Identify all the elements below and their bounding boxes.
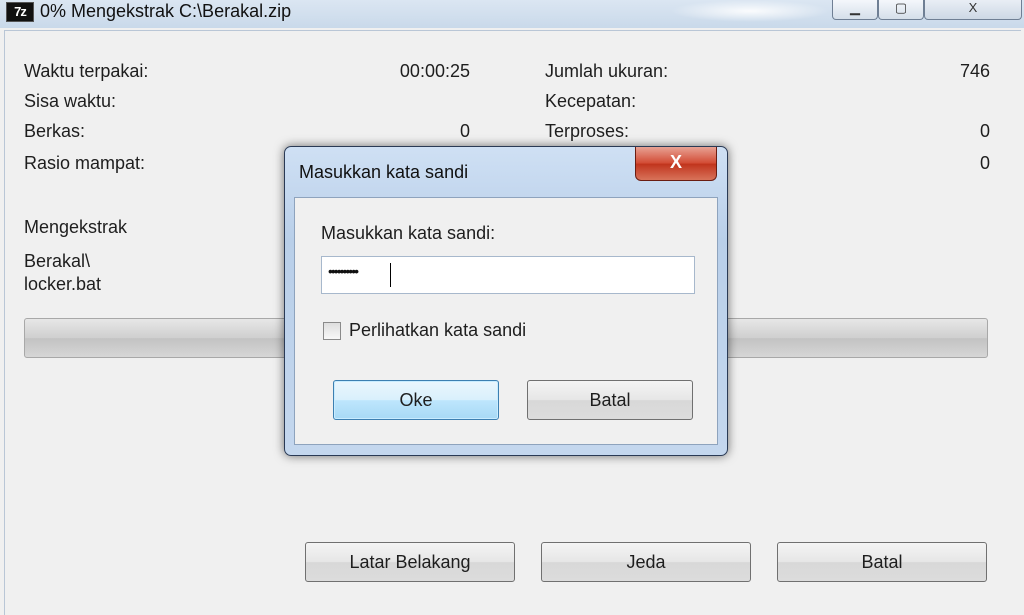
minimize-icon: ▁ <box>850 0 860 15</box>
password-dialog-body: Masukkan kata sandi: •••••••••• Perlihat… <box>294 197 718 445</box>
elapsed-time-label: Waktu terpakai: <box>24 61 149 81</box>
show-password-checkbox[interactable] <box>323 322 341 340</box>
maximize-button[interactable]: ▢ <box>878 0 924 20</box>
ok-button[interactable]: Oke <box>333 380 499 420</box>
window-title: 0% Mengekstrak C:\Berakal.zip <box>40 1 292 21</box>
password-dialog-close-button[interactable]: X <box>635 147 717 181</box>
close-icon: X <box>669 152 682 172</box>
password-dialog-title: Masukkan kata sandi <box>299 162 469 182</box>
close-icon: X <box>968 0 978 15</box>
dialog-cancel-button[interactable]: Batal <box>527 380 693 420</box>
show-password-label[interactable]: Perlihatkan kata sandi <box>349 319 526 341</box>
minimize-button[interactable]: ▁ <box>832 0 878 20</box>
title-glow <box>670 0 830 22</box>
window-close-button[interactable]: X <box>924 0 1022 20</box>
current-action-label: Mengekstrak <box>24 217 128 237</box>
password-masked-value: •••••••••• <box>328 263 359 279</box>
cancel-button[interactable]: Batal <box>777 542 987 582</box>
pause-button[interactable]: Jeda <box>541 542 751 582</box>
processed-label: Terproses: <box>545 121 630 141</box>
password-input[interactable]: •••••••••• <box>321 256 695 294</box>
password-dialog: Masukkan kata sandi X Masukkan kata sand… <box>284 146 728 456</box>
files-value: 0 <box>459 121 470 141</box>
processed-value: 0 <box>979 121 990 141</box>
current-file: locker.bat <box>24 274 102 294</box>
total-size-value: 746 <box>959 61 990 81</box>
speed-label: Kecepatan: <box>545 91 637 111</box>
password-prompt-label: Masukkan kata sandi: <box>321 223 496 243</box>
current-path: Berakal\ <box>24 251 91 271</box>
text-caret <box>390 263 391 287</box>
packed-size-value: 0 <box>979 153 990 173</box>
window-title-bar[interactable]: 7z 0% Mengekstrak C:\Berakal.zip ▁ ▢ X <box>0 0 1024 28</box>
compression-ratio-label: Rasio mampat: <box>24 153 146 173</box>
elapsed-time-value: 00:00:25 <box>399 61 470 81</box>
remaining-time-label: Sisa waktu: <box>24 91 117 111</box>
background-button[interactable]: Latar Belakang <box>305 542 515 582</box>
files-label: Berkas: <box>24 121 86 141</box>
maximize-icon: ▢ <box>894 0 908 15</box>
total-size-label: Jumlah ukuran: <box>545 61 669 81</box>
7zip-app-icon: 7z <box>6 2 34 22</box>
